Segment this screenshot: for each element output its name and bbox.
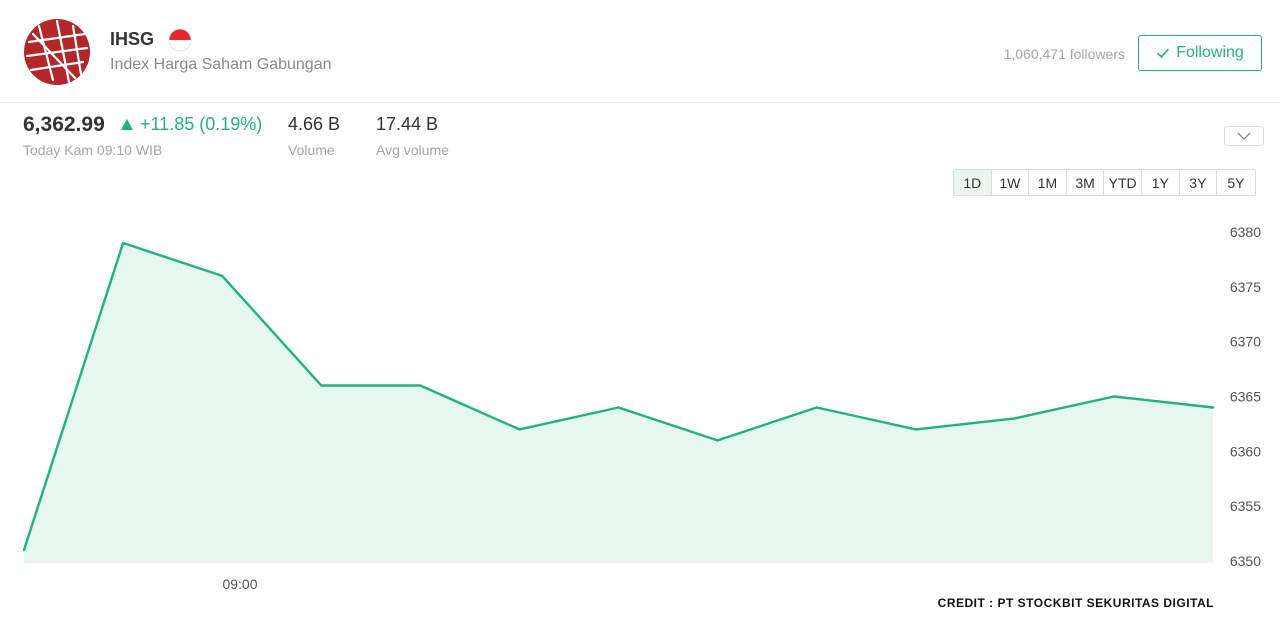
price-point — [617, 406, 620, 409]
follower-count: 1,060,471 followers — [1003, 46, 1125, 62]
y-axis-tick: 6355 — [1230, 498, 1261, 514]
tab-5y[interactable]: 5Y — [1217, 170, 1255, 195]
indonesia-flag-icon — [168, 28, 192, 52]
price-chart: 6380 6375 6370 6365 6360 6355 6350 09:00 — [22, 224, 1261, 592]
stock-header: IHSG Index Harga Saham Gabungan 1,060,47… — [0, 0, 1280, 103]
up-arrow-icon — [121, 119, 133, 130]
price-point — [419, 384, 422, 387]
price-change-value: +11.85 (0.19%) — [140, 114, 263, 134]
tab-ytd[interactable]: YTD — [1104, 170, 1142, 195]
avg-volume-label: Avg volume — [376, 142, 449, 158]
volume-label: Volume — [288, 142, 335, 158]
stock-page: IHSG Index Harga Saham Gabungan 1,060,47… — [0, 0, 1280, 617]
company-name: Index Harga Saham Gabungan — [110, 56, 332, 73]
y-axis-tick: 6380 — [1230, 224, 1261, 240]
price-point — [1112, 395, 1116, 398]
price-point — [914, 428, 917, 431]
chevron-down-icon — [1237, 132, 1251, 140]
y-axis-tick: 6375 — [1230, 279, 1261, 295]
price-point — [22, 548, 26, 552]
tab-1m[interactable]: 1M — [1029, 170, 1067, 195]
check-icon — [1157, 48, 1170, 58]
y-axis-tick: 6365 — [1230, 389, 1261, 405]
last-price: 6,362.99 — [23, 113, 105, 136]
price-point — [1013, 417, 1017, 420]
price-area-fill — [24, 243, 1213, 563]
following-button[interactable]: Following — [1138, 35, 1262, 71]
price-point — [121, 241, 125, 245]
avg-volume-value: 17.44 B — [376, 114, 439, 134]
price-timestamp: Today Kam 09:10 WIB — [23, 142, 163, 158]
tab-1d[interactable]: 1D — [954, 170, 992, 195]
tab-1w[interactable]: 1W — [992, 170, 1030, 195]
ticker-symbol: IHSG — [110, 29, 155, 49]
price-point — [1211, 406, 1215, 409]
expand-dropdown-button[interactable] — [1224, 126, 1264, 146]
tab-3m[interactable]: 3M — [1067, 170, 1105, 195]
price-point — [815, 406, 818, 409]
period-tabs: 1D 1W 1M 3M YTD 1Y 3Y 5Y — [953, 169, 1256, 196]
tab-1y[interactable]: 1Y — [1142, 170, 1180, 195]
y-axis-tick: 6350 — [1230, 553, 1261, 569]
ihsg-logo-icon — [24, 19, 90, 85]
volume-value: 4.66 B — [288, 114, 341, 134]
price-point — [220, 274, 224, 278]
credit-text: CREDIT : PT STOCKBIT SEKURITAS DIGITAL — [937, 596, 1214, 610]
price-change: +11.85 (0.19%) — [121, 114, 262, 135]
x-axis-tick: 09:00 — [222, 576, 257, 592]
tab-3y[interactable]: 3Y — [1180, 170, 1218, 195]
price-point — [320, 384, 323, 387]
y-axis-tick: 6360 — [1230, 443, 1261, 459]
following-label: Following — [1176, 44, 1244, 61]
y-axis-tick: 6370 — [1230, 334, 1261, 350]
price-point — [518, 428, 521, 431]
price-point — [716, 439, 719, 442]
